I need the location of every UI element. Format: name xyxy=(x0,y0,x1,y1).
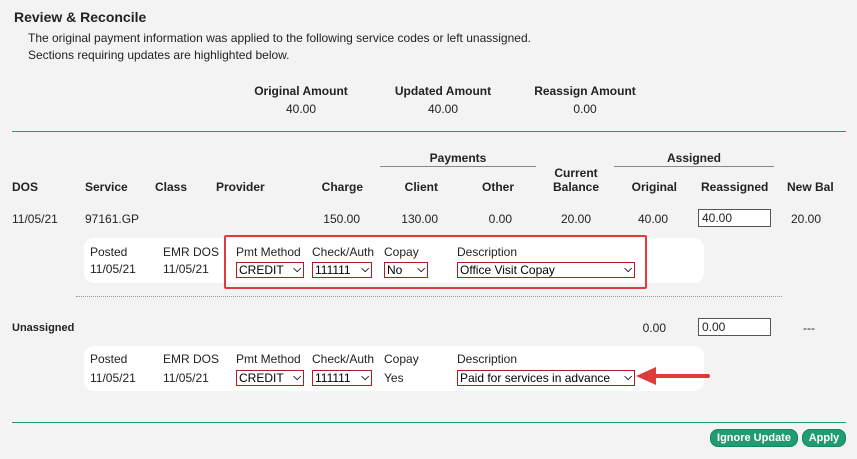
intro-line-2: Sections requiring updates are highlight… xyxy=(28,48,290,62)
original-amount-label: Original Amount xyxy=(254,84,348,98)
service-client: 130.00 xyxy=(401,212,438,226)
reassign-amount-label: Reassign Amount xyxy=(534,84,636,98)
emr-dos-label: EMR DOS xyxy=(163,245,220,259)
posted-label: Posted xyxy=(90,352,128,366)
service-dos: 11/05/21 xyxy=(12,212,58,226)
col-dos: DOS xyxy=(12,180,39,194)
unassigned-original: 0.00 xyxy=(642,321,666,335)
updated-amount-value: 40.00 xyxy=(427,102,459,116)
emr-dos-label: EMR DOS xyxy=(163,352,220,366)
description-select[interactable]: Paid for services in advance ⌵ xyxy=(457,370,635,386)
emr-dos-value: 11/05/21 xyxy=(163,262,209,276)
col-new-bal: New Bal xyxy=(787,180,834,194)
col-reassigned: Reassigned xyxy=(701,180,769,194)
page-title: Review & Reconcile xyxy=(14,9,147,25)
intro-line-1: The original payment information was app… xyxy=(28,31,531,45)
posted-value: 11/05/21 xyxy=(90,371,136,385)
ignore-update-button[interactable]: Ignore Update xyxy=(710,429,798,447)
updated-amount-label: Updated Amount xyxy=(394,84,492,98)
check-auth-label: Check/Auth xyxy=(312,352,375,366)
unassigned-reassigned-input[interactable]: 0.00 xyxy=(698,318,771,336)
col-other: Other xyxy=(481,180,514,194)
service-charge: 150.00 xyxy=(323,212,360,226)
pmt-method-value: CREDIT xyxy=(239,371,284,385)
col-class: Class xyxy=(155,180,188,194)
chevron-down-icon: ⌵ xyxy=(361,372,369,383)
payments-group-header: Payments xyxy=(429,151,487,165)
unassigned-new-bal: --- xyxy=(803,321,815,335)
arrow-left-icon xyxy=(636,367,710,385)
assigned-group-rule xyxy=(614,166,774,167)
col-current-1: Current xyxy=(554,166,598,180)
check-auth-value: 111111 xyxy=(315,371,351,385)
assigned-group-header: Assigned xyxy=(666,151,721,165)
col-current-2: Balance xyxy=(552,180,600,194)
footer-divider xyxy=(12,422,846,423)
chevron-down-icon: ⌵ xyxy=(293,372,301,383)
check-auth-select[interactable]: 111111 ⌵ xyxy=(312,370,372,386)
payments-group-rule xyxy=(380,166,536,167)
service-current-balance: 20.00 xyxy=(560,212,592,226)
service-reassigned-input[interactable]: 40.00 xyxy=(698,209,771,227)
pmt-method-select[interactable]: CREDIT ⌵ xyxy=(236,370,304,386)
copay-label: Copay xyxy=(384,352,419,366)
col-charge: Charge xyxy=(321,180,363,194)
section-separator xyxy=(76,296,782,297)
pmt-method-label: Pmt Method xyxy=(236,352,301,366)
col-original: Original xyxy=(631,180,677,194)
copay-value: Yes xyxy=(384,371,404,385)
posted-label: Posted xyxy=(90,245,128,259)
emr-dos-value: 11/05/21 xyxy=(163,371,209,385)
description-label: Description xyxy=(457,352,518,366)
divider xyxy=(12,131,846,132)
original-amount-value: 40.00 xyxy=(285,102,317,116)
description-value: Paid for services in advance xyxy=(460,371,611,385)
chevron-down-icon: ⌵ xyxy=(624,372,632,383)
update-required-highlight xyxy=(224,235,647,289)
col-provider: Provider xyxy=(216,180,265,194)
apply-button[interactable]: Apply xyxy=(802,429,846,447)
service-original: 40.00 xyxy=(637,212,668,226)
reassign-amount-value: 0.00 xyxy=(573,102,597,116)
service-code: 97161.GP xyxy=(85,212,140,226)
posted-value: 11/05/21 xyxy=(90,262,136,276)
service-new-bal: 20.00 xyxy=(791,212,822,226)
service-other: 0.00 xyxy=(488,212,512,226)
col-service: Service xyxy=(85,180,128,194)
unassigned-label: Unassigned xyxy=(12,322,75,334)
col-client: Client xyxy=(404,180,438,194)
